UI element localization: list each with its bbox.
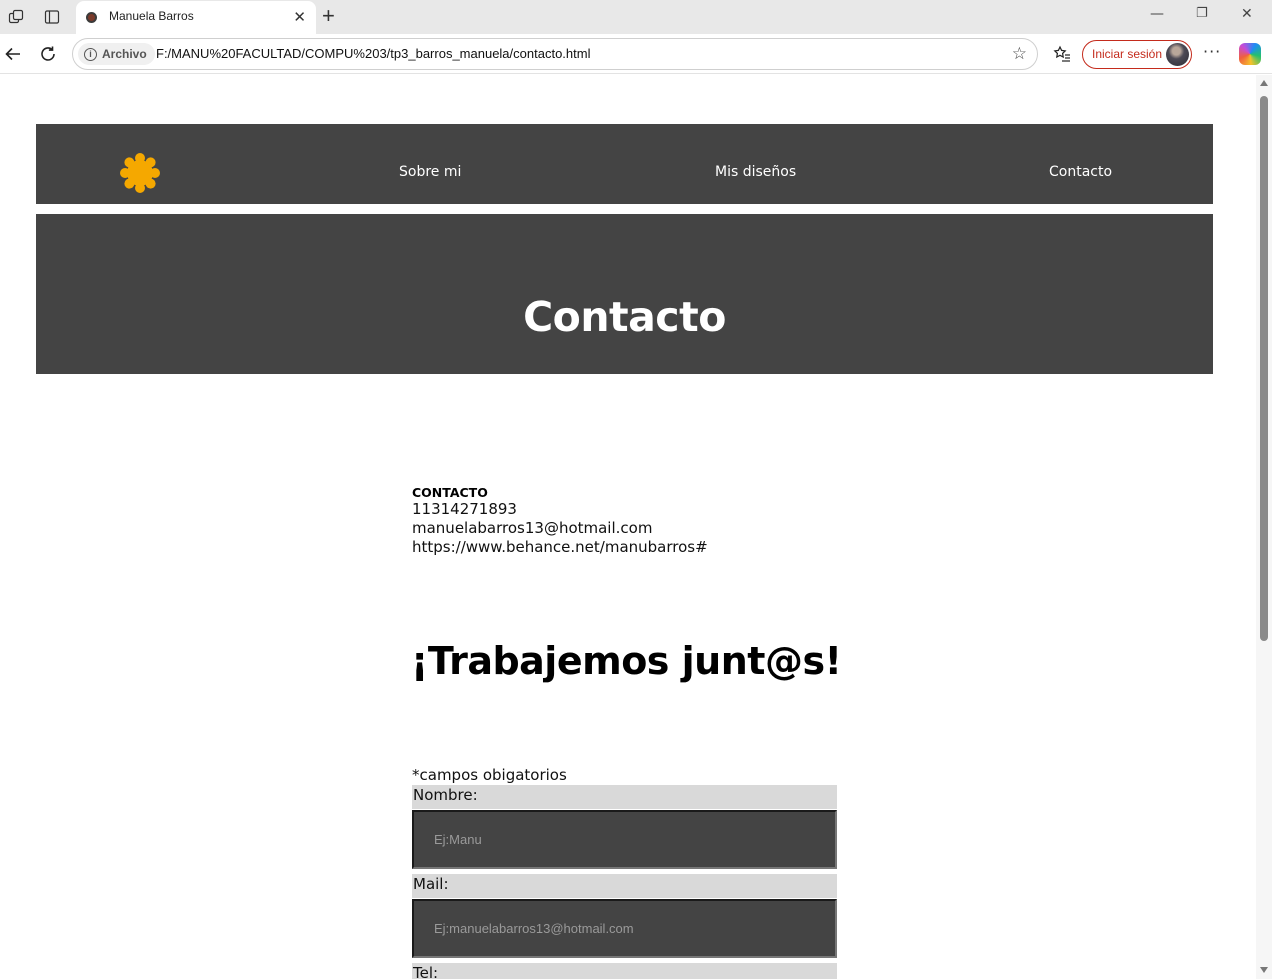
browser-tab-bar: Manuela Barros ✕ + — ❐ ✕	[0, 0, 1272, 34]
required-fields-note: *campos obigatorios	[412, 766, 567, 784]
favorites-icon[interactable]	[1051, 43, 1073, 65]
site-favicon-icon	[86, 12, 97, 23]
tel-label: Tel:	[412, 963, 837, 979]
url-text[interactable]: F:/MANU%20FACULTAD/COMPU%203/tp3_barros_…	[156, 46, 590, 61]
page-scrollbar[interactable]	[1256, 75, 1272, 979]
avatar	[1166, 43, 1189, 66]
back-icon[interactable]	[2, 43, 24, 65]
signin-label: Iniciar sesión	[1092, 47, 1163, 61]
vertical-tabs-icon[interactable]	[42, 7, 62, 27]
flower-logo-icon[interactable]	[120, 153, 160, 193]
nav-link-contacto[interactable]: Contacto	[1049, 164, 1112, 180]
minimize-icon[interactable]: —	[1150, 6, 1164, 22]
active-tab[interactable]: Manuela Barros ✕	[76, 1, 316, 34]
contact-heading: CONTACTO	[412, 485, 488, 500]
name-label: Nombre:	[412, 785, 837, 809]
scroll-down-icon[interactable]	[1260, 967, 1268, 973]
workspaces-icon[interactable]	[6, 7, 26, 27]
hero-banner: Contacto	[36, 214, 1213, 374]
contact-phone: 11314271893	[412, 500, 517, 518]
tab-close-icon[interactable]: ✕	[293, 8, 306, 26]
tab-title: Manuela Barros	[109, 9, 194, 23]
scroll-up-icon[interactable]	[1260, 80, 1268, 86]
page-viewport: Sobre mi Mis diseños Contacto Contacto C…	[0, 75, 1256, 979]
site-info-label: Archivo	[102, 47, 147, 61]
window-close-icon[interactable]: ✕	[1241, 6, 1253, 22]
mail-label: Mail:	[412, 874, 837, 898]
contact-info: CONTACTO 11314271893 manuelabarros13@hot…	[412, 485, 872, 557]
info-icon: i	[84, 47, 97, 61]
nav-link-mis-disenos[interactable]: Mis diseños	[715, 164, 796, 180]
restore-icon[interactable]: ❐	[1196, 6, 1208, 21]
browser-toolbar: i Archivo F:/MANU%20FACULTAD/COMPU%203/t…	[0, 34, 1272, 74]
contact-email: manuelabarros13@hotmail.com	[412, 519, 653, 537]
favorite-star-icon[interactable]: ☆	[1012, 44, 1027, 64]
signin-button[interactable]: Iniciar sesión	[1082, 40, 1192, 69]
scroll-thumb[interactable]	[1260, 96, 1268, 641]
page-title: Contacto	[523, 293, 726, 341]
address-bar[interactable]: i Archivo F:/MANU%20FACULTAD/COMPU%203/t…	[72, 38, 1038, 70]
nav-link-sobre-mi[interactable]: Sobre mi	[399, 164, 461, 180]
mail-field[interactable]	[412, 899, 837, 958]
new-tab-icon[interactable]: +	[322, 3, 335, 29]
more-options-icon[interactable]: ···	[1203, 42, 1221, 61]
copilot-icon[interactable]	[1239, 43, 1261, 65]
cta-heading: ¡Trabajemos junt@s!	[411, 639, 842, 683]
site-info-chip[interactable]: i Archivo	[78, 43, 155, 65]
name-field[interactable]	[412, 810, 837, 869]
site-navbar: Sobre mi Mis diseños Contacto	[36, 124, 1213, 204]
contact-website: https://www.behance.net/manubarros#	[412, 538, 708, 556]
reload-icon[interactable]	[37, 43, 59, 65]
